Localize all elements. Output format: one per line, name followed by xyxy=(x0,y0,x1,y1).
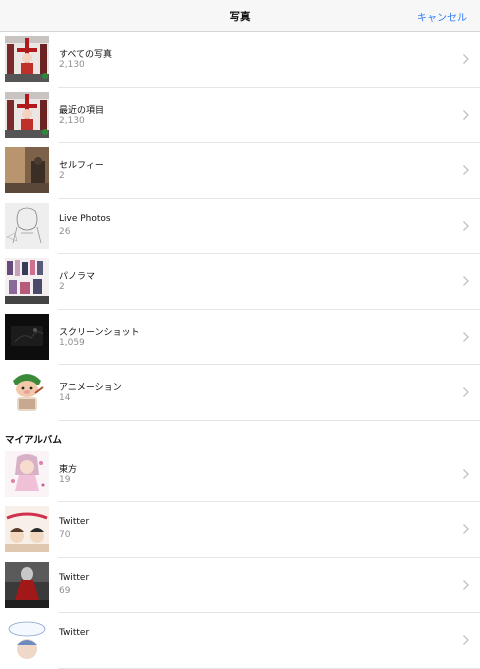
chevron-right-icon xyxy=(462,164,470,176)
album-row-all-photos[interactable]: すべての写真 2,130 xyxy=(0,32,480,88)
album-count: 69 xyxy=(59,585,71,596)
anime-character-thumbnail xyxy=(5,450,49,497)
chevron-right-icon xyxy=(462,386,470,398)
album-count: 2,130 xyxy=(59,115,85,126)
album-title: 最近の項目 xyxy=(59,105,105,116)
navigation-bar: 写真 キャンセル xyxy=(0,0,480,32)
album-count: 19 xyxy=(59,474,71,485)
album-count: 14 xyxy=(59,393,71,403)
room-photo-thumbnail xyxy=(5,147,49,193)
album-row-live-photos[interactable]: Live Photos 26 xyxy=(0,199,480,255)
album-count: 70 xyxy=(59,530,71,540)
album-title: Twitter xyxy=(59,628,90,638)
cancel-button[interactable]: キャンセル xyxy=(417,9,467,24)
album-row-screenshots[interactable]: スクリーンショット 1,059 xyxy=(0,310,480,366)
follower-art-thumbnail xyxy=(5,506,49,552)
section-title: マイアルバム xyxy=(5,434,62,446)
album-count: 2 xyxy=(59,171,65,181)
album-title: アニメーション xyxy=(59,383,122,393)
cross-figure-thumbnail xyxy=(5,91,49,138)
chevron-right-icon xyxy=(462,109,470,121)
cartoon-character-thumbnail xyxy=(5,369,49,415)
sketch-thumbnail xyxy=(5,202,49,249)
chevron-right-icon xyxy=(462,220,470,232)
chevron-right-icon xyxy=(462,275,470,287)
speech-bubble-thumbnail xyxy=(5,617,49,663)
album-count: 2 xyxy=(59,282,65,292)
chevron-right-icon xyxy=(462,634,470,646)
chevron-right-icon xyxy=(462,53,470,65)
album-list: すべての写真 2,130 最近の項目 2,130 セルフィー 2 Live Ph… xyxy=(0,32,480,669)
album-title: Live Photos xyxy=(59,213,111,224)
album-title: 東方 xyxy=(59,464,78,475)
album-count: 1,059 xyxy=(59,337,85,348)
album-row-recents[interactable]: 最近の項目 2,130 xyxy=(0,88,480,144)
chevron-right-icon xyxy=(462,523,470,535)
dark-screenshot-thumbnail xyxy=(5,313,49,360)
album-title: セルフィー xyxy=(59,161,104,171)
album-row-twitter-3[interactable]: Twitter xyxy=(0,613,480,669)
chevron-right-icon xyxy=(462,468,470,480)
album-row-panoramas[interactable]: パノラマ 2 xyxy=(0,254,480,310)
album-title: Twitter xyxy=(59,517,90,527)
album-count: 2,130 xyxy=(59,60,85,70)
album-row-touhou[interactable]: 東方 19 xyxy=(0,447,480,503)
album-row-animated[interactable]: アニメーション 14 xyxy=(0,365,480,421)
page-title: 写真 xyxy=(229,11,251,23)
album-row-twitter-2[interactable]: Twitter 69 xyxy=(0,558,480,614)
album-title: パノラマ xyxy=(59,272,96,282)
album-title: Twitter xyxy=(59,572,90,583)
collage-thumbnail xyxy=(5,258,49,304)
chevron-right-icon xyxy=(462,331,470,343)
album-count: 26 xyxy=(59,226,71,237)
album-row-twitter-1[interactable]: Twitter 70 xyxy=(0,502,480,558)
album-title: すべての写真 xyxy=(59,50,113,60)
cross-figure-thumbnail xyxy=(5,36,49,82)
chevron-right-icon xyxy=(462,579,470,591)
my-albums-section-header: マイアルバム xyxy=(0,420,480,447)
album-title: スクリーンショット xyxy=(59,327,140,338)
red-dress-thumbnail xyxy=(5,561,49,608)
album-row-selfies[interactable]: セルフィー 2 xyxy=(0,143,480,199)
